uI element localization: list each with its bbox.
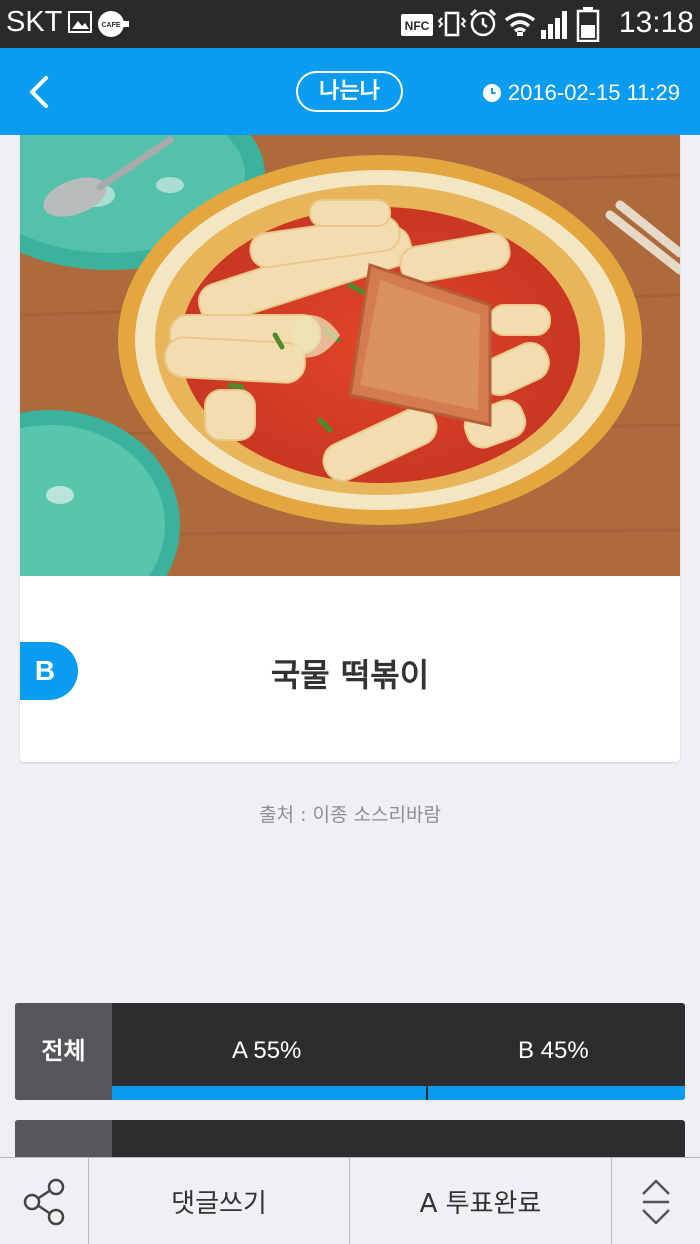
alarm-icon <box>469 8 497 37</box>
result-b-percent: B 45% <box>518 1037 589 1064</box>
scroll-toggle-button[interactable] <box>612 1158 700 1244</box>
back-chevron-icon[interactable] <box>20 72 60 112</box>
cafe-badge-text: CAFE <box>101 22 120 29</box>
vote-option-card[interactable]: B 국물 떡볶이 <box>20 135 680 762</box>
share-button[interactable] <box>0 1158 88 1244</box>
post-timestamp: 2016-02-15 11:29 <box>482 80 680 106</box>
status-time: 13:18 <box>618 6 694 39</box>
clock-icon <box>482 84 501 102</box>
signal-icon <box>541 11 567 39</box>
option-title: 국물 떡볶이 <box>270 656 430 694</box>
result-b-bar <box>428 1086 685 1100</box>
gallery-icon <box>68 11 92 33</box>
status-bar: SKT CAFE NFC 13:18 <box>0 0 700 48</box>
vibrate-icon <box>438 11 466 37</box>
battery-icon <box>576 7 600 42</box>
nfc-text: NFC <box>405 19 430 33</box>
food-photo <box>20 135 680 576</box>
author-nickname[interactable]: 나는나 <box>296 71 403 112</box>
nfc-icon: NFC <box>401 14 433 36</box>
result-a-percent: A 55% <box>232 1037 302 1064</box>
app-header: 나는나 2016-02-15 11:29 <box>0 48 700 135</box>
wifi-icon <box>504 12 536 36</box>
photo-source: 출처 : 이종 소스리바람 <box>259 804 441 826</box>
scroll-up-down-icon <box>642 1179 670 1224</box>
bottom-action-bar: 댓글쓰기 A 투표완료 <box>0 1157 700 1244</box>
write-comment-button[interactable]: 댓글쓰기 <box>89 1158 349 1244</box>
vote-complete-button[interactable]: A 투표완료 <box>350 1158 611 1244</box>
result-row-label: 전체 <box>15 1003 112 1100</box>
timestamp-text: 2016-02-15 11:29 <box>507 80 680 105</box>
carrier-label: SKT <box>6 6 63 38</box>
result-row-total: 전체 A 55% B 45% <box>15 1003 685 1100</box>
cafe-notification-icon: CAFE <box>98 11 129 37</box>
share-icon <box>23 1178 65 1225</box>
result-a-bar <box>112 1086 426 1100</box>
